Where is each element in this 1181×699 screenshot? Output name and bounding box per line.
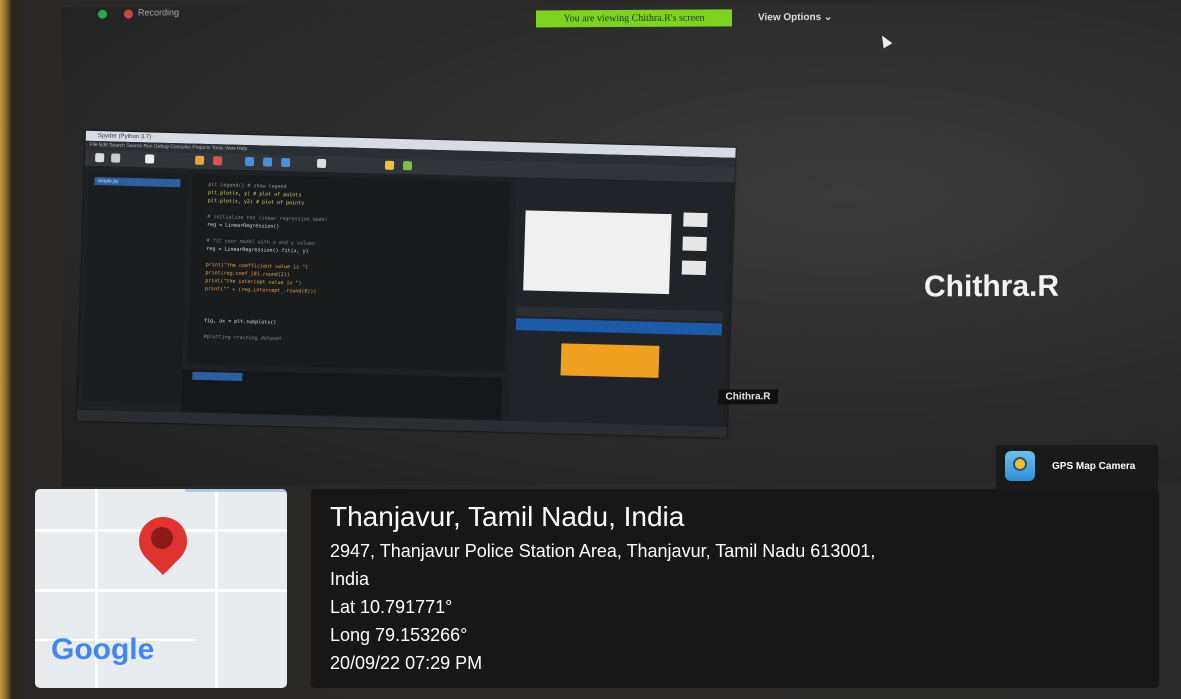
- view-options-button[interactable]: View Options ⌄: [758, 12, 832, 23]
- step-into-icon: [262, 157, 273, 167]
- plots-pane: [509, 178, 731, 427]
- map-river: [185, 489, 287, 492]
- notice-box: [560, 343, 660, 378]
- step-return-icon: [280, 157, 291, 168]
- settings-icon: [402, 161, 413, 171]
- location-info-panel: Thanjavur, Tamil Nadu, India 2947, Thanj…: [311, 489, 1159, 688]
- plot-preview: [523, 210, 672, 295]
- participant-tile-name: Chithra.R: [718, 389, 778, 405]
- open-file-icon: [111, 153, 121, 163]
- gps-app-badge: GPS Map Camera: [996, 445, 1158, 489]
- step-icon: [244, 156, 255, 167]
- code-editor[interactable]: plt.legend() # show legend plt.plot(x, y…: [186, 173, 511, 372]
- place-name: Thanjavur, Tamil Nadu, India: [330, 501, 685, 532]
- shared-screen: Spyder (Python 3.7) File Edit Search Sou…: [76, 130, 736, 438]
- status-dot-icon: [98, 9, 107, 19]
- file-item[interactable]: simple.py: [94, 177, 181, 188]
- code-line: fig, ax = plt.subplots(): [203, 317, 277, 326]
- map-pin-icon: [1013, 457, 1027, 471]
- plot-thumbnail[interactable]: [682, 236, 707, 252]
- code-line: #plotting training dataset: [203, 333, 282, 343]
- new-file-icon: [95, 153, 105, 163]
- presenter-name: Chithra.R: [924, 269, 1059, 304]
- gps-camera-icon: [1005, 451, 1035, 481]
- gps-app-name: GPS Map Camera: [1052, 461, 1136, 472]
- save-icon: [144, 154, 155, 164]
- plot-thumbnail[interactable]: [683, 212, 708, 228]
- timestamp: 20/09/22 07:29 PM: [330, 653, 483, 673]
- run-icon: [194, 155, 205, 165]
- meeting-topbar: Recording You are viewing Chithra.R's sc…: [62, 1, 1181, 33]
- code-line: plt.plot(x, y2) # plot of points: [207, 198, 305, 207]
- record-icon: [124, 9, 133, 19]
- plot-thumbnail[interactable]: [681, 260, 707, 276]
- code-line: reg = LinearRegression(): [206, 222, 280, 230]
- python-path-icon: [384, 160, 395, 170]
- ipython-console[interactable]: [181, 369, 503, 420]
- debug-icon: [212, 156, 223, 166]
- map-thumbnail: Google: [35, 489, 287, 688]
- file-explorer-pane: simple.py: [81, 170, 189, 404]
- mouse-cursor-icon: [877, 32, 893, 49]
- maximize-icon: [316, 158, 327, 169]
- code-line: reg = LinearRegression().fit(x, y): [206, 246, 309, 255]
- monitor-screen: Recording You are viewing Chithra.R's sc…: [62, 1, 1181, 487]
- recording-label: Recording: [138, 7, 180, 18]
- address-line: India: [330, 569, 370, 589]
- console-tab[interactable]: [192, 371, 243, 382]
- address-line: 2947, Thanjavur Police Station Area, Tha…: [330, 541, 876, 561]
- google-logo-text: Google: [51, 633, 155, 666]
- code-line: print("" + (reg.intercept_.round(0))): [204, 285, 317, 295]
- latitude: Lat 10.791771°: [330, 597, 453, 617]
- map-road: [215, 489, 218, 688]
- location-pin-center: [151, 527, 173, 549]
- viewing-screen-banner: You are viewing Chithra.R's screen: [536, 9, 732, 28]
- google-logo: Google: [51, 633, 154, 667]
- map-road: [35, 589, 287, 592]
- longitude: Long 79.153266°: [330, 625, 468, 645]
